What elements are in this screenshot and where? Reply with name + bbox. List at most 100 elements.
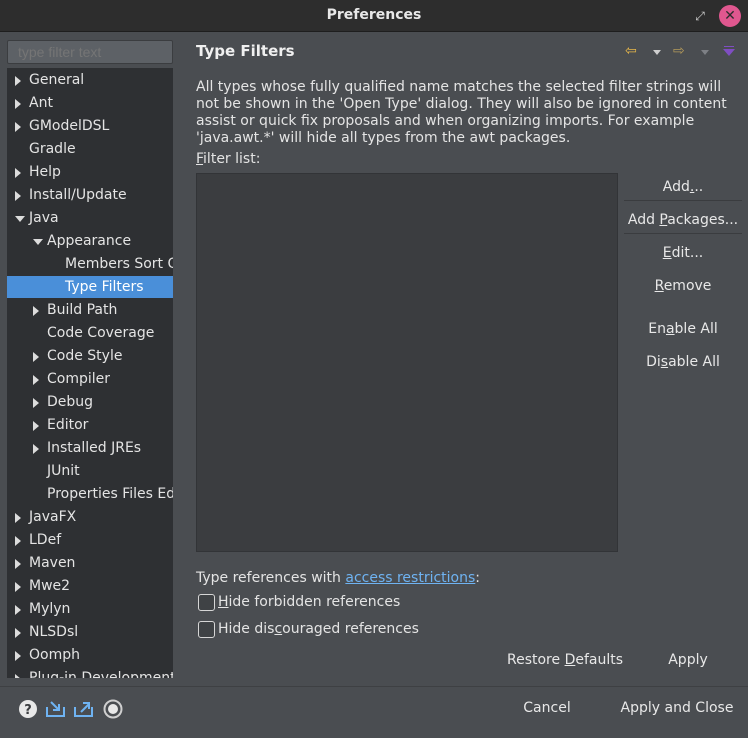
view-menu-icon[interactable] xyxy=(723,49,735,56)
hide-discouraged-label: Hide discouraged references xyxy=(218,621,419,637)
tree-item[interactable]: GModelDSL xyxy=(7,115,173,137)
tree-item[interactable]: Oomph xyxy=(7,644,173,666)
enable-all-button[interactable]: Enable All xyxy=(624,315,742,343)
forward-dropdown-icon[interactable] xyxy=(701,50,709,55)
tree-item-label: NLSDsl xyxy=(29,624,79,640)
tree-item[interactable]: JavaFX xyxy=(7,506,173,528)
tree-item[interactable]: Code Style xyxy=(7,345,173,367)
collapsed-arrow-icon[interactable] xyxy=(15,605,21,615)
collapsed-arrow-icon[interactable] xyxy=(15,536,21,546)
forward-arrow-icon[interactable]: ⇨ xyxy=(673,44,689,58)
tree-item[interactable]: Mwe2 xyxy=(7,575,173,597)
tree-item[interactable]: NLSDsl xyxy=(7,621,173,643)
tree-item-label: Code Coverage xyxy=(47,325,155,341)
tree-item-label: Appearance xyxy=(47,233,132,249)
hide-forbidden-box[interactable] xyxy=(198,594,215,611)
collapsed-arrow-icon[interactable] xyxy=(15,122,21,132)
collapsed-arrow-icon[interactable] xyxy=(15,559,21,569)
tree-item-label: Maven xyxy=(29,555,76,571)
tree-item[interactable]: Gradle xyxy=(7,138,173,160)
add-button[interactable]: Add... xyxy=(624,173,742,201)
collapsed-arrow-icon[interactable] xyxy=(33,398,39,408)
tree-item[interactable]: Build Path xyxy=(7,299,173,321)
restore-icon[interactable]: ⤢ xyxy=(692,8,708,24)
tree-item-label: Properties Files Editor xyxy=(47,486,173,502)
collapsed-arrow-icon[interactable] xyxy=(15,582,21,592)
page-description: All types whose fully qualified name mat… xyxy=(196,79,727,146)
collapsed-arrow-icon[interactable] xyxy=(15,651,21,661)
tree-item[interactable]: Maven xyxy=(7,552,173,574)
restore-defaults-button[interactable]: Restore Defaults xyxy=(500,645,630,675)
hide-discouraged-box[interactable] xyxy=(198,621,215,638)
tree-item-label: Members Sort Order xyxy=(65,256,173,272)
apply-and-close-button[interactable]: Apply and Close xyxy=(614,693,740,723)
tree-item[interactable]: Install/Update xyxy=(7,184,173,206)
tree-item[interactable]: General xyxy=(7,69,173,91)
access-restrictions-label: Type references with access restrictions… xyxy=(196,570,481,586)
collapsed-arrow-icon[interactable] xyxy=(15,99,21,109)
preference-tree[interactable]: General Ant GModelDSL Gradle Help Install/Upd… xyxy=(7,68,173,678)
tree-item-label: Compiler xyxy=(47,371,111,387)
back-dropdown-icon[interactable] xyxy=(653,50,661,55)
tree-item-label: Ant xyxy=(29,95,53,111)
collapsed-arrow-icon[interactable] xyxy=(33,444,39,454)
tree-item[interactable]: LDef xyxy=(7,529,173,551)
tree-item[interactable]: Ant xyxy=(7,92,173,114)
tree-item-label: Code Style xyxy=(47,348,123,364)
access-restrictions-link[interactable]: access restrictions xyxy=(345,570,475,586)
tree-item-label: GModelDSL xyxy=(29,118,110,134)
tree-item[interactable]: Appearance xyxy=(7,230,173,252)
tree-item[interactable]: JUnit xyxy=(7,460,173,482)
tree-item[interactable]: Members Sort Order xyxy=(7,253,173,275)
collapsed-arrow-icon[interactable] xyxy=(33,352,39,362)
collapsed-arrow-icon[interactable] xyxy=(33,306,39,316)
collapsed-arrow-icon[interactable] xyxy=(15,191,21,201)
tree-item[interactable]: Properties Files Editor xyxy=(7,483,173,505)
close-icon[interactable]: ✕ xyxy=(719,5,741,27)
collapsed-arrow-icon[interactable] xyxy=(15,628,21,638)
back-arrow-icon[interactable]: ⇦ xyxy=(625,44,641,58)
expanded-arrow-icon[interactable] xyxy=(33,239,43,245)
add-packages-button[interactable]: Add Packages... xyxy=(624,206,742,234)
collapsed-arrow-icon[interactable] xyxy=(15,674,21,678)
collapsed-arrow-icon[interactable] xyxy=(33,421,39,431)
tree-item-label: Mwe2 xyxy=(29,578,71,594)
filter-input[interactable] xyxy=(7,40,173,64)
tree-item-label: Mylyn xyxy=(29,601,71,617)
tree-item[interactable]: Editor xyxy=(7,414,173,436)
tree-item[interactable]: Help xyxy=(7,161,173,183)
tree-item[interactable]: Type Filters xyxy=(7,276,173,298)
tree-item-label: LDef xyxy=(29,532,62,548)
hide-forbidden-label: Hide forbidden references xyxy=(218,594,401,610)
tree-item-label: Type Filters xyxy=(65,279,144,295)
remove-button[interactable]: Remove xyxy=(624,272,742,300)
tree-item[interactable]: Installed JREs xyxy=(7,437,173,459)
tree-item-label: Build Path xyxy=(47,302,118,318)
cancel-button[interactable]: Cancel xyxy=(486,693,608,723)
apply-button[interactable]: Apply xyxy=(636,645,740,675)
disable-all-button[interactable]: Disable All xyxy=(624,348,742,376)
tree-item[interactable]: Compiler xyxy=(7,368,173,390)
help-icon[interactable]: ? xyxy=(18,699,38,719)
window-titlebar: Preferences ⤢ ✕ xyxy=(0,0,748,32)
oomph-icon[interactable] xyxy=(103,699,123,719)
expanded-arrow-icon[interactable] xyxy=(15,216,25,222)
collapsed-arrow-icon[interactable] xyxy=(33,375,39,385)
collapsed-arrow-icon[interactable] xyxy=(15,513,21,523)
collapsed-arrow-icon[interactable] xyxy=(15,168,21,178)
filter-list[interactable] xyxy=(196,173,618,552)
tree-item-label: Oomph xyxy=(29,647,80,663)
tree-item[interactable]: Debug xyxy=(7,391,173,413)
edit-button[interactable]: Edit... xyxy=(624,239,742,267)
collapsed-arrow-icon[interactable] xyxy=(15,76,21,86)
footer-divider xyxy=(0,686,748,687)
tree-item[interactable]: Code Coverage xyxy=(7,322,173,344)
import-icon[interactable] xyxy=(45,699,67,719)
view-menu-bar xyxy=(724,46,734,47)
tree-item[interactable]: Java xyxy=(7,207,173,229)
tree-item[interactable]: Mylyn xyxy=(7,598,173,620)
export-icon[interactable] xyxy=(73,699,95,719)
svg-text:?: ? xyxy=(24,703,32,718)
tree-item-label: Gradle xyxy=(29,141,76,157)
tree-item[interactable]: Plug-in Development xyxy=(7,667,173,678)
